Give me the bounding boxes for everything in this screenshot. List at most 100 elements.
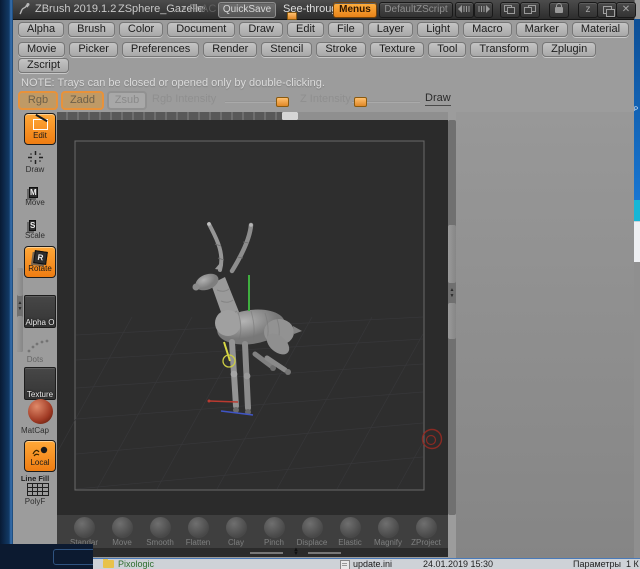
matcap-sphere[interactable] — [28, 399, 53, 424]
close-button[interactable]: ✕ — [616, 2, 636, 18]
rgb-intensity-label: Rgb Intensity — [152, 93, 217, 105]
menu-macro[interactable]: Macro — [463, 22, 512, 37]
menu-stroke[interactable]: Stroke — [316, 42, 367, 57]
draw-label: Draw — [25, 165, 45, 174]
see-through-slider[interactable] — [287, 12, 297, 20]
tray-toggle-arrows-icon[interactable]: ▲ ▼ — [288, 547, 304, 557]
restore-button[interactable] — [597, 2, 617, 18]
crosshair-icon — [28, 151, 43, 164]
z-intensity-handle[interactable] — [354, 97, 367, 107]
canvas-vscrollbar[interactable]: ▲ ▼ — [448, 120, 456, 515]
dots-stroke-icon — [27, 339, 49, 353]
minimize-button[interactable]: z — [578, 2, 598, 18]
menu-texture[interactable]: Texture — [370, 42, 425, 57]
menu-transform[interactable]: Transform — [470, 42, 539, 57]
edit-button[interactable]: Edit — [24, 113, 56, 145]
left-tray-toggle-button[interactable] — [455, 2, 474, 18]
brush-clay[interactable]: Clay — [219, 515, 253, 548]
menu-stencil[interactable]: Stencil — [261, 42, 313, 57]
menu-color[interactable]: Color — [118, 22, 164, 37]
brush-blob[interactable]: Blob — [447, 515, 448, 548]
tray-divider[interactable]: ▲ ▼ — [57, 547, 448, 557]
file-name[interactable]: update.ini — [353, 559, 392, 569]
menu-zplugin[interactable]: Zplugin — [542, 42, 597, 57]
file-size: 1 К — [626, 559, 639, 569]
local-icon — [32, 446, 48, 456]
zsub-button[interactable]: Zsub — [107, 91, 147, 110]
file-date: 24.01.2019 15:30 — [423, 559, 494, 569]
tray-note-text: NOTE: Trays can be closed or opened only… — [21, 77, 325, 89]
file-explorer-strip: Pixologic update.ini 24.01.2019 15:30 Па… — [93, 558, 640, 569]
menu-bar-row-2: Movie Picker Preferences Render Stencil Strok… — [18, 42, 597, 57]
zbrush-logo-icon — [17, 2, 31, 16]
stroke-dots-button[interactable] — [27, 336, 51, 354]
divider-line — [250, 552, 283, 554]
canvas-hscrollbar-thumb[interactable] — [282, 112, 298, 120]
zadd-button[interactable]: Zadd — [61, 91, 104, 110]
brush-move[interactable]: Move — [105, 515, 139, 548]
local-symmetry-button[interactable]: Local — [24, 440, 56, 472]
menu-light[interactable]: Light — [417, 22, 460, 37]
arrange-windows-left-icon[interactable] — [500, 2, 520, 18]
background-window-right-edge: P — [634, 19, 640, 558]
brush-thumbnail-icon — [377, 517, 399, 538]
brush-zproject[interactable]: ZProject — [409, 515, 443, 548]
brush-pinch[interactable]: Pinch — [257, 515, 291, 548]
background-button-outline — [53, 549, 93, 565]
menus-toggle-button[interactable]: Menus — [333, 2, 377, 18]
arrange-windows-right-icon[interactable] — [520, 2, 540, 18]
brush-thumbnail-icon — [73, 517, 95, 538]
rotate-icon: R — [32, 250, 48, 265]
menu-edit[interactable]: Edit — [287, 22, 324, 37]
desktop-screen: ZBrush 2019.1.2 ZSphere_Gazelle .. • Fre… — [0, 0, 640, 569]
brush-thumbnail-icon — [225, 517, 247, 538]
brush-thumbnail-icon — [339, 517, 361, 538]
right-tray-toggle-button[interactable] — [474, 2, 493, 18]
brush-displace[interactable]: Displace — [295, 515, 329, 548]
menu-material[interactable]: Material — [571, 22, 630, 37]
menu-marker[interactable]: Marker — [515, 22, 568, 37]
dots-label: Dots — [26, 355, 44, 364]
menu-preferences[interactable]: Preferences — [121, 42, 200, 57]
default-zscript-button[interactable]: DefaultZScript — [379, 2, 453, 18]
menu-brush[interactable]: Brush — [68, 22, 115, 37]
texture-label: Texture — [26, 390, 54, 399]
menu-alpha[interactable]: Alpha — [18, 22, 65, 37]
menu-document[interactable]: Document — [167, 22, 236, 37]
lock-icon[interactable] — [549, 2, 569, 18]
brush-magnify[interactable]: Magnify — [371, 515, 405, 548]
sidebar-scrollbar[interactable]: ▲ ▼ — [17, 268, 23, 352]
divider-line — [308, 552, 341, 554]
brush-elastic[interactable]: Elastic — [333, 515, 367, 548]
draw-button[interactable] — [28, 151, 43, 164]
menu-tool[interactable]: Tool — [428, 42, 467, 57]
menu-picker[interactable]: Picker — [69, 42, 118, 57]
brush-flatten[interactable]: Flatten — [181, 515, 215, 548]
canvas-hscrollbar[interactable] — [57, 112, 282, 120]
brush-smooth[interactable]: Smooth — [143, 515, 177, 548]
brush-thumbnail-icon — [301, 517, 323, 538]
alpha-label: Alpha O — [25, 318, 55, 327]
edit-pencil-icon — [32, 118, 48, 130]
polyframe-button[interactable] — [27, 483, 49, 496]
right-tray[interactable] — [456, 112, 634, 558]
quicksave-button[interactable]: QuickSave — [218, 2, 276, 18]
viewport-3d[interactable] — [57, 120, 448, 515]
background-window-corner — [0, 544, 93, 569]
brush-thumbnail-icon — [187, 517, 209, 538]
alpha-swatch[interactable]: Alpha O — [24, 295, 56, 328]
texture-swatch[interactable]: Texture — [24, 367, 56, 400]
canvas-area[interactable] — [57, 112, 448, 515]
rotate-button[interactable]: R Rotate — [24, 246, 56, 278]
menu-movie[interactable]: Movie — [18, 42, 66, 57]
menu-render[interactable]: Render — [203, 42, 258, 57]
menu-file[interactable]: File — [327, 22, 364, 37]
move-label: Move — [25, 198, 45, 207]
menu-layer[interactable]: Layer — [367, 22, 414, 37]
rgb-intensity-handle[interactable] — [276, 97, 289, 107]
menu-draw[interactable]: Draw — [239, 22, 283, 37]
rgb-button[interactable]: Rgb — [18, 91, 58, 110]
menu-zscript[interactable]: Zscript — [18, 58, 69, 73]
folder-name[interactable]: Pixologic — [118, 559, 154, 569]
canvas-hscrollbar-track[interactable] — [298, 112, 448, 120]
